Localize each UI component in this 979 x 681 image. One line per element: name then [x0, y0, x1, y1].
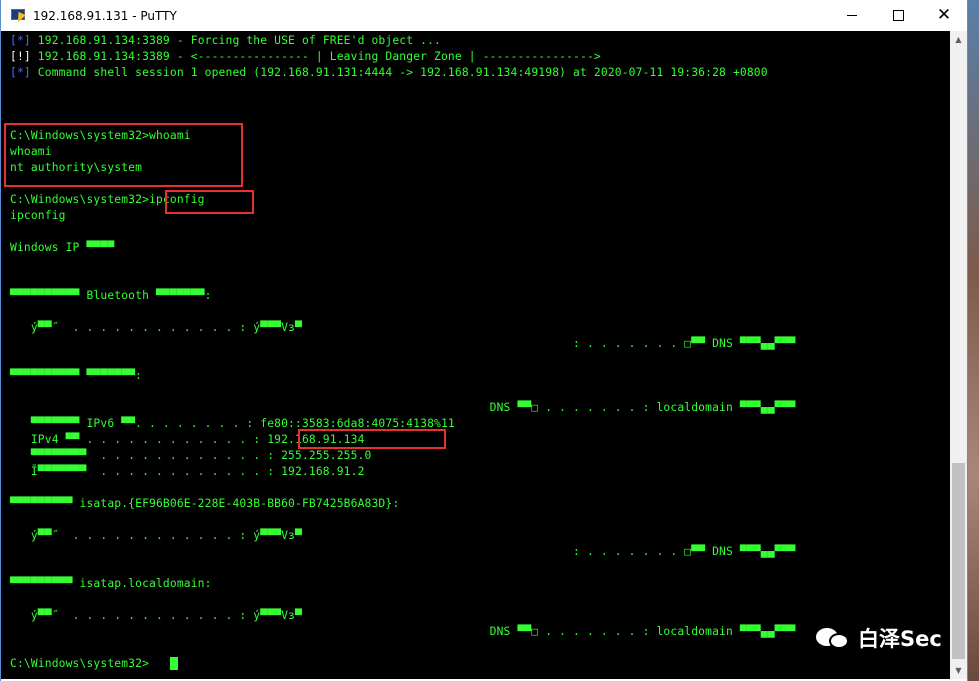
maximize-icon — [892, 10, 904, 21]
terminal-cursor — [170, 657, 178, 670]
highlight-ipv4 — [298, 429, 446, 449]
terminal-line: ▀▀▀▀▀▀▀▀▀ isatap.{EF96B06E-228E-403B-BB6… — [10, 497, 400, 510]
vertical-scrollbar[interactable]: ▲ ▼ — [950, 31, 967, 679]
maximize-button[interactable] — [875, 0, 921, 31]
close-button[interactable]: ✕ — [921, 0, 967, 31]
watermark-text: 白泽Sec — [858, 627, 942, 651]
terminal-line: [!] 192.168.91.134:3389 - <-------------… — [10, 50, 601, 63]
highlight-whoami — [4, 123, 243, 187]
scroll-thumb[interactable] — [952, 463, 965, 659]
watermark: 白泽Sec — [816, 618, 942, 658]
terminal-line: [*] Command shell session 1 opened (192.… — [10, 66, 768, 79]
terminal-line: ý▀▀˝ . . . . . . . . . . . . : ý▀▀▀Vз▀ — [10, 609, 302, 622]
terminal-line: ▀▀▀▀▀▀▀▀▀▀ Bluetooth ▀▀▀▀▀▀▀: — [10, 289, 212, 302]
highlight-ipconfig — [165, 190, 254, 214]
terminal-line: Ĭ▀▀▀▀▀▀▀ . . . . . . . . . . . . : 192.1… — [10, 465, 365, 478]
desktop-background-right — [968, 0, 979, 681]
title-bar[interactable]: 192.168.91.131 - PuTTY ✕ — [1, 0, 967, 31]
minimize-button[interactable] — [829, 0, 875, 31]
terminal-line: Windows IP ▀▀▀▀ — [10, 241, 115, 254]
terminal-prompt: C:\Windows\system32> — [10, 657, 150, 670]
putty-window[interactable]: 192.168.91.131 - PuTTY ✕ [*] 192.168.91.… — [0, 0, 968, 681]
window-controls: ✕ — [829, 0, 967, 31]
close-icon: ✕ — [936, 5, 952, 25]
terminal-output[interactable]: [*] 192.168.91.134:3389 - Forcing the US… — [1, 31, 950, 679]
terminal-line: ý▀▀˝ . . . . . . . . . . . . : ý▀▀▀Vз▀ — [10, 321, 302, 334]
terminal-line: ▀▀▀▀▀▀▀▀▀ isatap.localdomain: — [10, 577, 212, 590]
terminal-line: DNS ▀▀□ . . . . . . . : localdomain ▀▀▀▄… — [10, 401, 796, 414]
terminal-line: ▀▀▀▀▀▀▀▀ . . . . . . . . . . . . : 255.2… — [10, 449, 372, 462]
window-title: 192.168.91.131 - PuTTY — [33, 8, 177, 23]
terminal-line: : . . . . . . . □▀▀ DNS ▀▀▀▄▄▀▀▀ — [10, 337, 796, 350]
minimize-icon — [847, 15, 857, 16]
terminal-line: ipconfig — [10, 209, 66, 222]
putty-icon[interactable] — [10, 8, 26, 24]
terminal-line: : . . . . . . . □▀▀ DNS ▀▀▀▄▄▀▀▀ — [10, 545, 796, 558]
scroll-up-icon[interactable]: ▲ — [950, 31, 967, 48]
scroll-down-icon[interactable]: ▼ — [950, 662, 967, 679]
terminal-line: DNS ▀▀□ . . . . . . . : localdomain ▀▀▀▄… — [10, 625, 796, 638]
terminal-line: ▀▀▀▀▀▀▀▀▀▀ ▀▀▀▀▀▀▀: — [10, 369, 143, 382]
wechat-icon — [816, 625, 852, 651]
terminal-line: ý▀▀˝ . . . . . . . . . . . . : ý▀▀▀Vз▀ — [10, 529, 302, 542]
terminal-line: [*] 192.168.91.134:3389 - Forcing the US… — [10, 34, 441, 47]
